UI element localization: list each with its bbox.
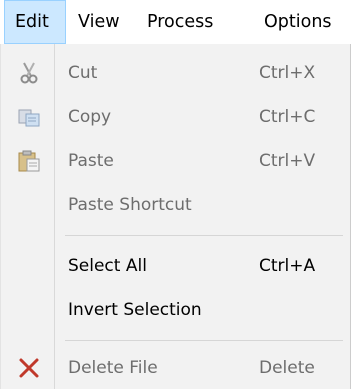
scissors-icon xyxy=(17,61,41,85)
menu-process[interactable]: Process xyxy=(147,0,213,44)
invert-selection-label: Invert Selection xyxy=(68,300,202,320)
menu-item-copy[interactable]: Copy Ctrl+C xyxy=(1,95,352,139)
menu-view[interactable]: View xyxy=(78,0,120,44)
menu-bar: Edit View Process Options xyxy=(0,0,353,44)
edit-menu-dropdown: Cut Ctrl+X Copy Ctrl+C Paste Ctrl+V Past… xyxy=(0,44,351,389)
menu-separator xyxy=(65,340,343,341)
copy-label: Copy xyxy=(68,107,112,127)
delete-x-icon xyxy=(17,356,41,380)
menu-item-paste[interactable]: Paste Ctrl+V xyxy=(1,139,352,183)
menu-separator xyxy=(65,235,343,236)
delete-file-shortcut: Delete xyxy=(259,358,315,378)
copy-icon xyxy=(17,105,41,129)
menu-item-select-all[interactable]: Select All Ctrl+A xyxy=(1,244,352,288)
menu-edit[interactable]: Edit xyxy=(4,0,66,44)
menu-item-cut[interactable]: Cut Ctrl+X xyxy=(1,51,352,95)
menu-item-invert-selection[interactable]: Invert Selection xyxy=(1,288,352,332)
clipboard-paste-icon xyxy=(17,149,41,173)
paste-shortcut-label: Paste Shortcut xyxy=(68,195,192,215)
paste-label: Paste xyxy=(68,151,114,171)
paste-shortcut: Ctrl+V xyxy=(259,151,316,171)
select-all-shortcut: Ctrl+A xyxy=(259,256,316,276)
cut-label: Cut xyxy=(68,63,98,83)
cut-shortcut: Ctrl+X xyxy=(259,63,316,83)
delete-file-label: Delete File xyxy=(68,358,158,378)
menu-item-paste-shortcut[interactable]: Paste Shortcut xyxy=(1,183,352,227)
menu-options[interactable]: Options xyxy=(264,0,332,44)
menu-item-delete-file[interactable]: Delete File Delete xyxy=(1,346,352,390)
select-all-label: Select All xyxy=(68,256,147,276)
copy-shortcut: Ctrl+C xyxy=(259,107,316,127)
